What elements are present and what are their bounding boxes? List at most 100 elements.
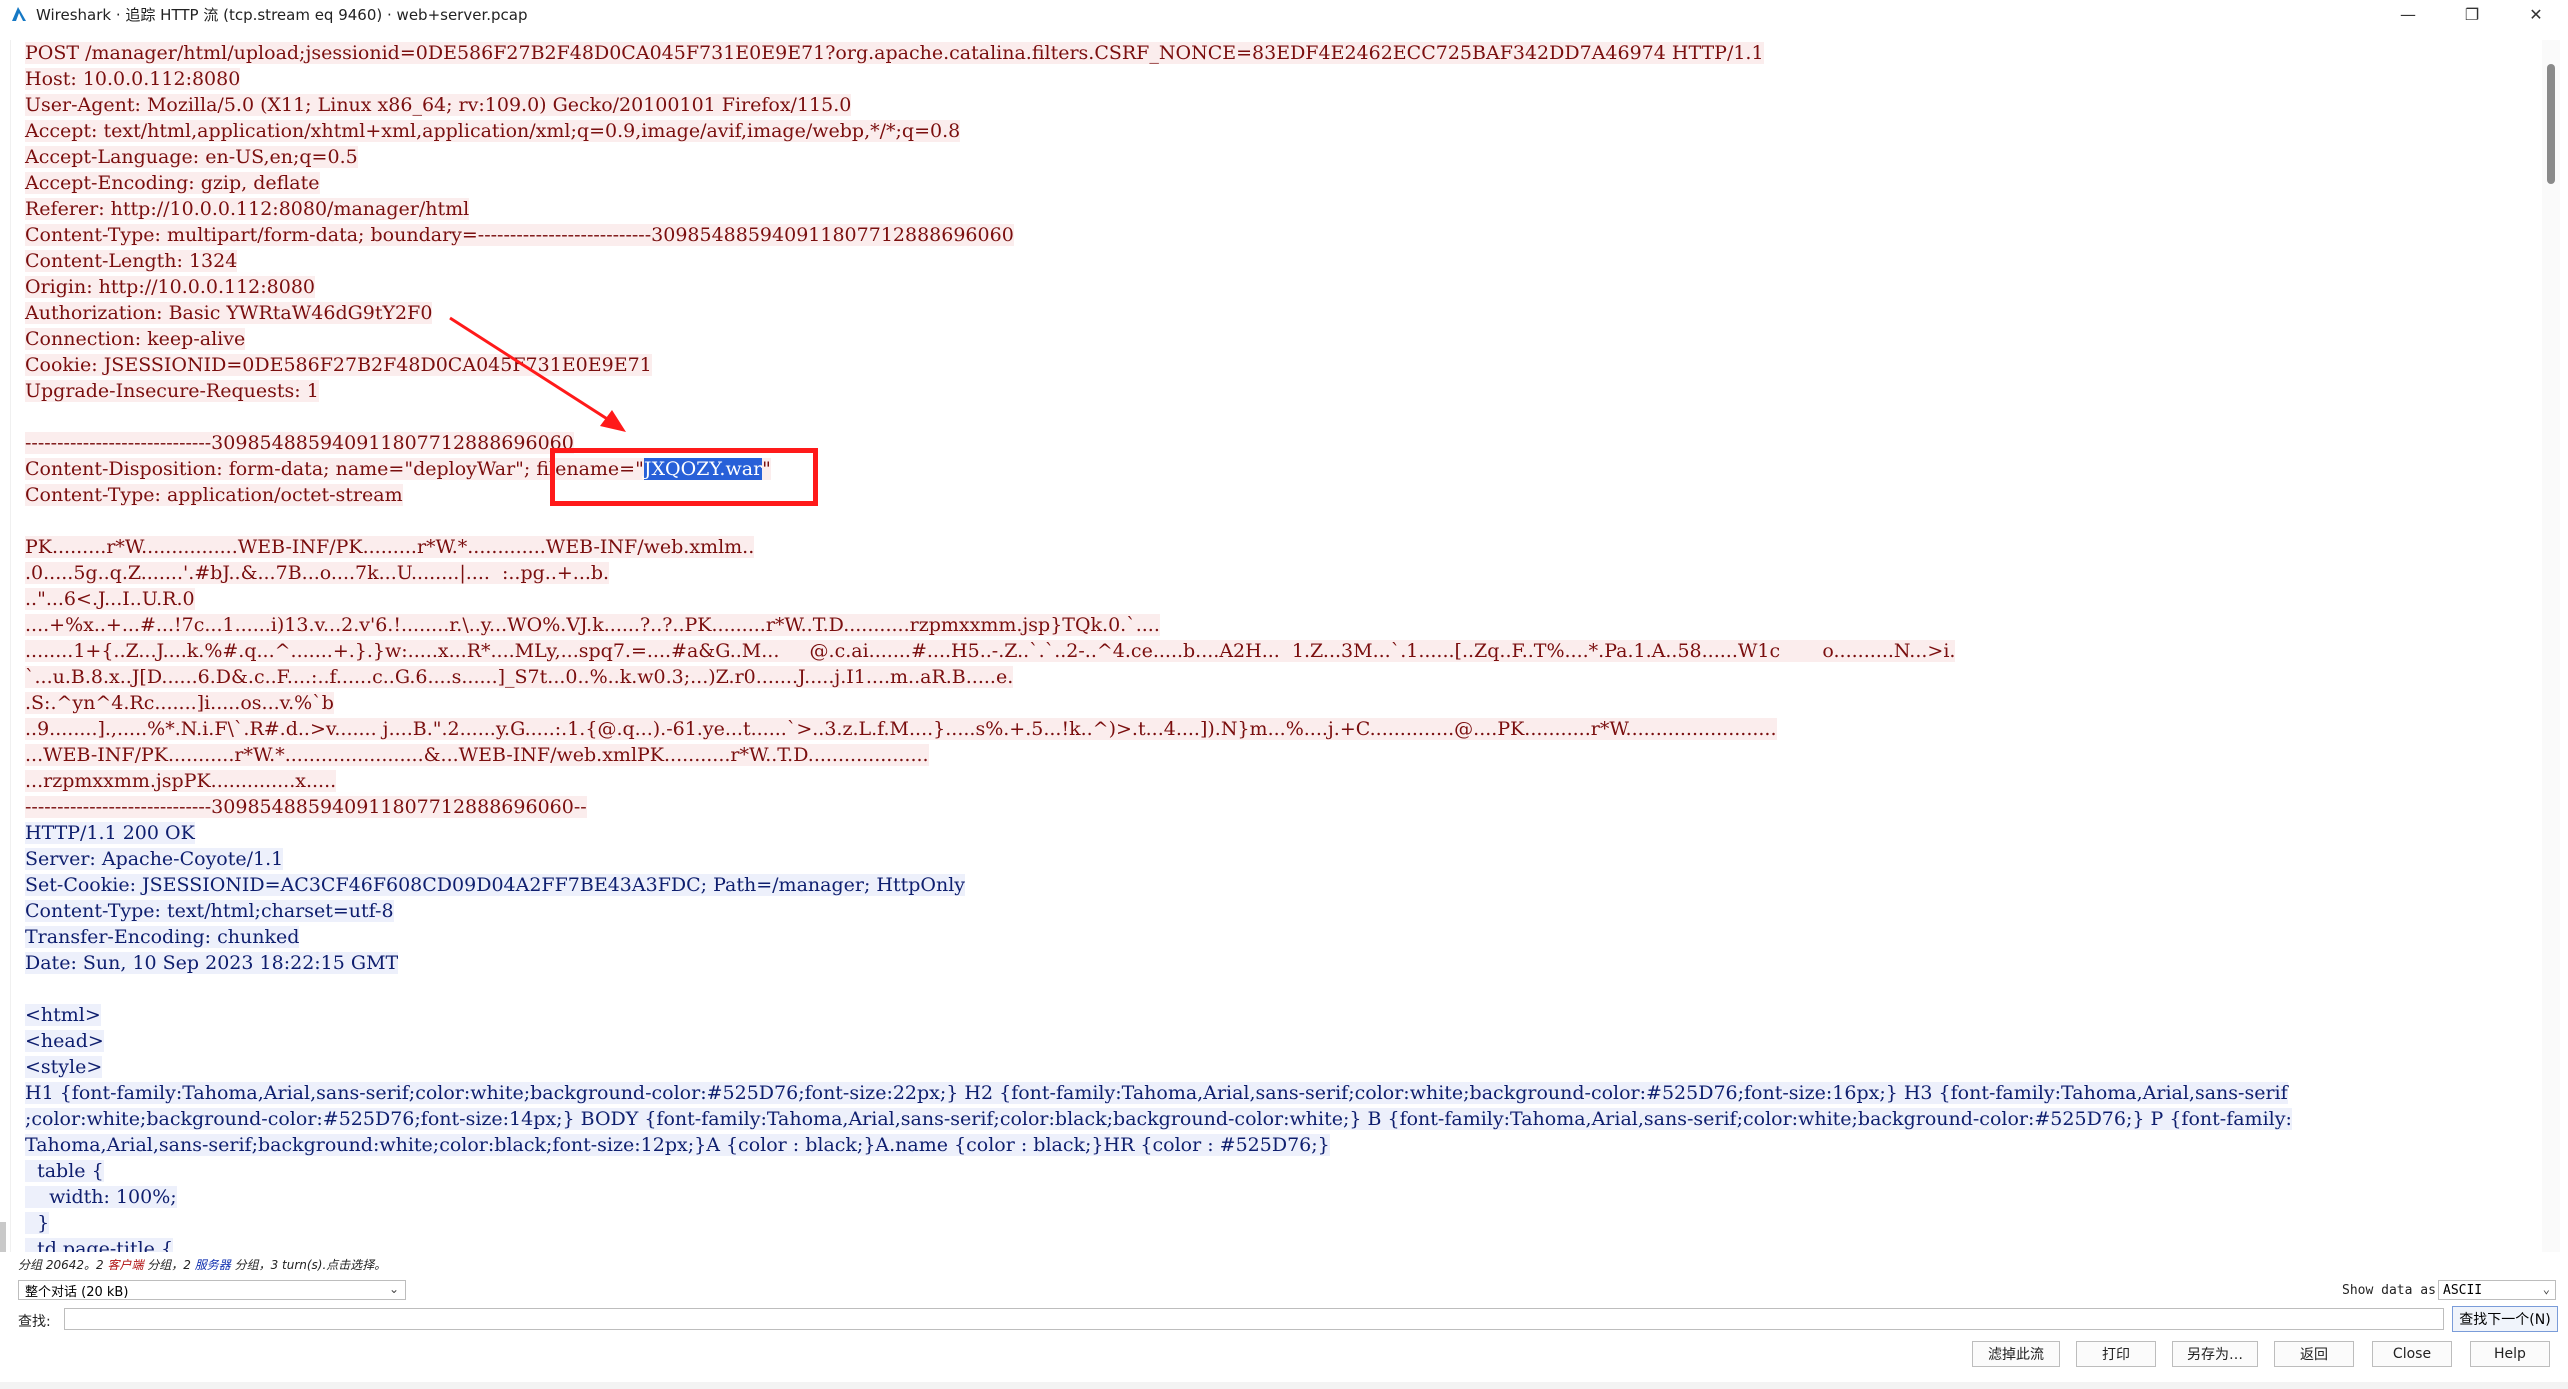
stream-line: Date: Sun, 10 Sep 2023 18:22:15 GMT [11, 950, 2536, 976]
stream-line: Content-Type: text/html;charset=utf-8 [11, 898, 2536, 924]
conversation-select-value: 整个对话 (20 kB) [25, 1284, 129, 1300]
stream-line-text: Date: Sun, 10 Sep 2023 18:22:15 GMT [25, 952, 399, 974]
find-next-button[interactable]: 查找下一个(N) [2452, 1306, 2558, 1332]
chevron-down-icon: ⌄ [388, 1282, 399, 1296]
stream-line-text: ;color:white;background-color:#525D76;fo… [25, 1108, 2292, 1130]
stream-line-text: Transfer-Encoding: chunked [25, 926, 300, 948]
stream-line-text: User-Agent: Mozilla/5.0 (X11; Linux x86_… [25, 94, 852, 116]
stream-line: table { [11, 1158, 2536, 1184]
find-input[interactable] [64, 1308, 2444, 1330]
stream-line: Upgrade-Insecure-Requests: 1 [11, 378, 2536, 404]
stream-line: Authorization: Basic YWRtaW46dG9tY2F0 [11, 300, 2536, 326]
close-window-button[interactable]: ✕ [2504, 0, 2568, 28]
stream-line [11, 404, 2536, 430]
stream-line-text: Origin: http://10.0.0.112:8080 [25, 276, 316, 298]
stream-line: .."...6<.J...I..U.R.0 [11, 586, 2536, 612]
window-controls: — ❐ ✕ [2376, 0, 2568, 28]
print-button[interactable]: 打印 [2076, 1341, 2156, 1367]
stream-line-text: Content-Type: application/octet-stream [25, 484, 403, 506]
stream-line: ..9........].,.....%*.N.i.F\`.R#.d..>v..… [11, 716, 2536, 742]
stream-line: POST /manager/html/upload;jsessionid=0DE… [11, 40, 2536, 66]
stream-line-text: Content-Type: text/html;charset=utf-8 [25, 900, 394, 922]
stream-line: Referer: http://10.0.0.112:8080/manager/… [11, 196, 2536, 222]
annotation-arrow-icon [449, 316, 626, 432]
stream-line-text: Server: Apache-Coyote/1.1 [25, 848, 284, 870]
stream-line: Transfer-Encoding: chunked [11, 924, 2536, 950]
stream-line-text: POST /manager/html/upload;jsessionid=0DE… [25, 42, 1764, 64]
stream-line-text: Content-Length: 1324 [25, 250, 238, 272]
stream-line-text: Authorization: Basic YWRtaW46dG9tY2F0 [25, 302, 433, 324]
scrollbar-thumb[interactable] [2547, 64, 2555, 184]
stream-line: .0.....5g..q.Z.......'.#bJ..&...7B...o..… [11, 560, 2536, 586]
stream-line-text: Referer: http://10.0.0.112:8080/manager/… [25, 198, 470, 220]
minimize-button[interactable]: — [2376, 0, 2440, 28]
stream-line-text: PK.........r*W................WEB-INF/PK… [25, 536, 755, 558]
stream-line-text: Accept: text/html,application/xhtml+xml,… [25, 120, 961, 142]
stream-line: <style> [11, 1054, 2536, 1080]
stream-line-text: <html> [25, 1004, 101, 1026]
vertical-scrollbar[interactable] [2542, 40, 2560, 1252]
stream-line: ;color:white;background-color:#525D76;fo… [11, 1106, 2536, 1132]
status-suffix: 分组，3 turn(s).点击选择。 [230, 1258, 387, 1272]
stream-line-text: Content-Type: multipart/form-data; bound… [25, 224, 1014, 246]
stream-line [11, 976, 2536, 1002]
stream-line-text: } [25, 1212, 50, 1234]
stream-line-text: ...rzpmxxmm.jspPK..............x..... [25, 770, 337, 792]
chevron-down-icon: ⌄ [2542, 1282, 2550, 1296]
status-server-link[interactable]: 服务器 [195, 1258, 231, 1272]
stream-line: ........1+{..Z...J....k.%#.q...^.......+… [11, 638, 2536, 664]
maximize-button[interactable]: ❐ [2440, 0, 2504, 28]
filter-out-button[interactable]: 滤掉此流 [1972, 1341, 2060, 1367]
stream-line: -----------------------------30985488594… [11, 794, 2536, 820]
back-button[interactable]: 返回 [2274, 1341, 2354, 1367]
stream-line: <head> [11, 1028, 2536, 1054]
stream-line-text: ...WEB-INF/PK...........r*W.*...........… [25, 744, 929, 766]
stream-line-text: <head> [25, 1030, 104, 1052]
stream-line: Content-Disposition: form-data; name="de… [11, 456, 2536, 482]
title-bar: Wireshark · 追踪 HTTP 流 (tcp.stream eq 946… [0, 0, 2568, 28]
stream-line: Set-Cookie: JSESSIONID=AC3CF46F608CD09D0… [11, 872, 2536, 898]
stream-line: PK.........r*W................WEB-INF/PK… [11, 534, 2536, 560]
stream-line: .S:.^yn^4.Rc.......]i.....os...v.%`b [11, 690, 2536, 716]
stream-line: td.page-title { [11, 1236, 2536, 1252]
stream-line-text: Accept-Language: en-US,en;q=0.5 [25, 146, 358, 168]
stream-line-text: .0.....5g..q.Z.......'.#bJ..&...7B...o..… [25, 562, 610, 584]
stream-line-text: H1 {font-family:Tahoma,Arial,sans-serif;… [25, 1082, 2288, 1104]
stream-content[interactable]: POST /manager/html/upload;jsessionid=0DE… [10, 40, 2536, 1252]
stream-line-text: `...u.B.8.x..J[D......6.D&.c..F....:..f.… [25, 666, 1014, 688]
window-title: Wireshark · 追踪 HTTP 流 (tcp.stream eq 946… [36, 5, 528, 24]
status-client-link[interactable]: 客户端 [107, 1258, 143, 1272]
stream-line: `...u.B.8.x..J[D......6.D&.c..F....:..f.… [11, 664, 2536, 690]
stream-line: Accept: text/html,application/xhtml+xml,… [11, 118, 2536, 144]
stream-line-text: -----------------------------30985488594… [25, 796, 587, 818]
stream-line-text: table { [25, 1160, 104, 1182]
stream-line-text: .."...6<.J...I..U.R.0 [25, 588, 195, 610]
stream-line-text: Set-Cookie: JSESSIONID=AC3CF46F608CD09D0… [25, 874, 966, 896]
stream-line: Content-Type: application/octet-stream [11, 482, 2536, 508]
save-as-button[interactable]: 另存为… [2172, 1341, 2258, 1367]
conversation-select[interactable]: 整个对话 (20 kB) ⌄ [18, 1280, 406, 1300]
show-data-select[interactable]: ASCII ⌄ [2438, 1280, 2556, 1300]
close-button[interactable]: Close [2372, 1341, 2452, 1367]
stream-line: Server: Apache-Coyote/1.1 [11, 846, 2536, 872]
stream-line-text: td.page-title { [25, 1238, 174, 1252]
stream-line-text: Connection: keep-alive [25, 328, 246, 350]
stream-line-text: .S:.^yn^4.Rc.......]i.....os...v.%`b [25, 692, 334, 714]
stream-line: H1 {font-family:Tahoma,Arial,sans-serif;… [11, 1080, 2536, 1106]
find-label: 查找: [18, 1314, 51, 1330]
stream-line: ...rzpmxxmm.jspPK..............x..... [11, 768, 2536, 794]
stream-line: Host: 10.0.0.112:8080 [11, 66, 2536, 92]
stream-line: Content-Type: multipart/form-data; bound… [11, 222, 2536, 248]
stream-line: Connection: keep-alive [11, 326, 2536, 352]
stream-line: Accept-Encoding: gzip, deflate [11, 170, 2536, 196]
stream-line-text: ........1+{..Z...J....k.%#.q...^.......+… [25, 640, 1956, 662]
help-button[interactable]: Help [2470, 1341, 2550, 1367]
annotation-highlight-box [550, 448, 818, 506]
show-data-value: ASCII [2443, 1282, 2483, 1298]
stream-line: width: 100%; [11, 1184, 2536, 1210]
stream-line: Tahoma,Arial,sans-serif;background:white… [11, 1132, 2536, 1158]
stream-line-text: HTTP/1.1 200 OK [25, 822, 195, 844]
stream-line: ....+%x..+...#...!7c...1......i)13.v...2… [11, 612, 2536, 638]
stream-line: <html> [11, 1002, 2536, 1028]
stream-line: Content-Length: 1324 [11, 248, 2536, 274]
